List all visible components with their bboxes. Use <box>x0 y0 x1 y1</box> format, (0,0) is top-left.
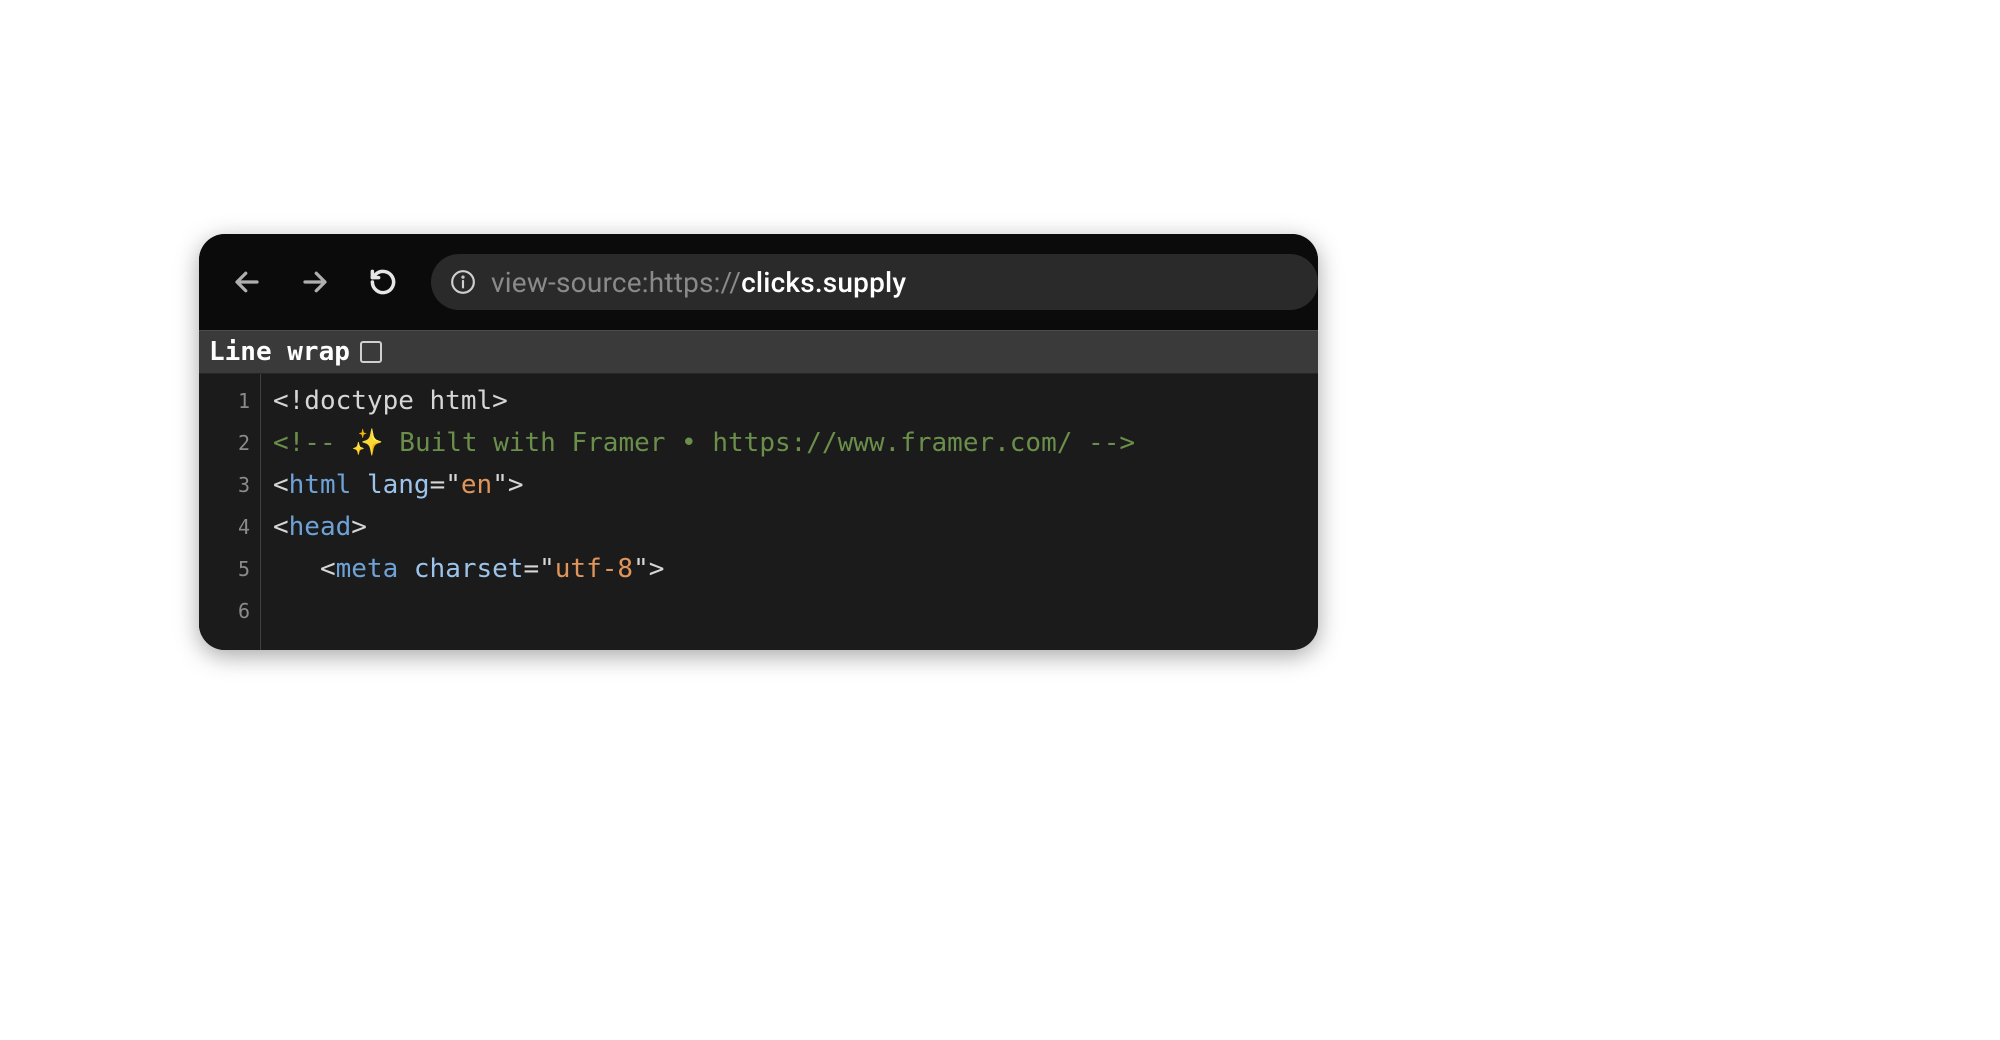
code-token: < <box>273 470 289 500</box>
code-token: > <box>649 554 665 584</box>
source-view: 123456 <!doctype html> <!-- ✨ Built with … <box>199 374 1318 650</box>
code-token: charset <box>414 554 524 584</box>
reload-button[interactable] <box>363 262 403 302</box>
code-token: <!doctype html> <box>273 386 508 416</box>
code-token: > <box>508 470 524 500</box>
code-token: utf-8 <box>555 554 633 584</box>
line-wrap-label: Line wrap <box>209 337 350 367</box>
code-token: < <box>320 554 336 584</box>
back-button[interactable] <box>227 262 267 302</box>
info-icon <box>450 269 476 295</box>
code-line: <meta charset="utf-8"> <box>273 548 1318 590</box>
code-token: lang <box>367 470 430 500</box>
line-number-gutter: 123456 <box>199 374 261 650</box>
code-token: = <box>523 554 539 584</box>
address-bar[interactable]: view-source:https://clicks.supply <box>431 254 1318 310</box>
line-number: 6 <box>199 590 260 632</box>
line-number: 4 <box>199 506 260 548</box>
code-line: <head> <box>273 506 1318 548</box>
browser-toolbar: view-source:https://clicks.supply <box>199 234 1318 330</box>
forward-icon <box>300 267 330 297</box>
reload-icon <box>368 267 398 297</box>
code-token: > <box>351 512 367 542</box>
source-code[interactable]: <!doctype html> <!-- ✨ Built with Framer … <box>261 374 1318 650</box>
line-number: 3 <box>199 464 260 506</box>
code-line <box>273 590 1318 632</box>
code-token: <!-- ✨ Built with Framer • https://www.f… <box>273 428 1135 458</box>
line-number: 1 <box>199 380 260 422</box>
code-token: " <box>539 554 555 584</box>
code-token: " <box>492 470 508 500</box>
code-token: " <box>445 470 461 500</box>
code-token: < <box>273 512 289 542</box>
view-source-options: Line wrap <box>199 330 1318 374</box>
line-number: 5 <box>199 548 260 590</box>
site-info-button[interactable] <box>449 268 477 296</box>
code-token: = <box>430 470 446 500</box>
line-wrap-checkbox[interactable] <box>360 341 382 363</box>
url-text: view-source:https://clicks.supply <box>491 266 906 299</box>
code-token <box>398 554 414 584</box>
url-host: clicks.supply <box>741 266 906 299</box>
code-token: head <box>289 512 352 542</box>
back-icon <box>232 267 262 297</box>
code-token: " <box>633 554 649 584</box>
code-token: html <box>289 470 352 500</box>
browser-window: view-source:https://clicks.supply Line w… <box>199 234 1318 650</box>
code-token: meta <box>336 554 399 584</box>
line-number: 2 <box>199 422 260 464</box>
code-line: <!-- ✨ Built with Framer • https://www.f… <box>273 422 1318 464</box>
code-line: <!doctype html> <box>273 380 1318 422</box>
url-prefix: view-source:https:// <box>491 266 741 299</box>
code-line: <html lang="en"> <box>273 464 1318 506</box>
code-token <box>351 470 367 500</box>
forward-button[interactable] <box>295 262 335 302</box>
code-token: en <box>461 470 492 500</box>
